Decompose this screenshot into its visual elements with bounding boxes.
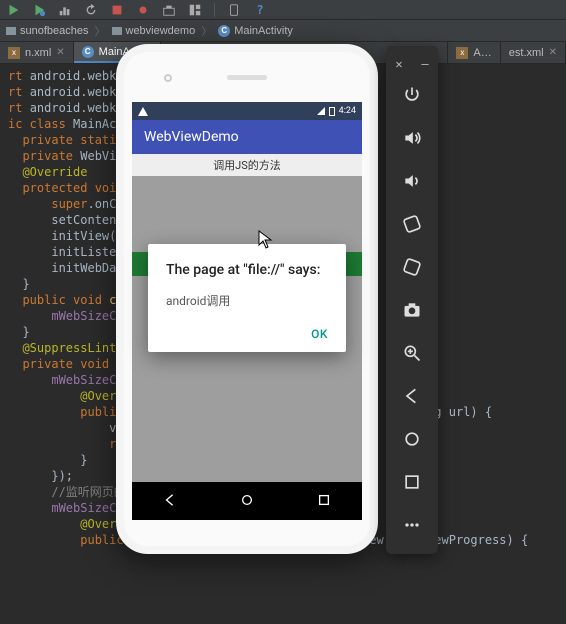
rotate-right-icon[interactable] — [388, 245, 436, 288]
emulator-screen[interactable]: 4:24 WebViewDemo 调用JS的方法 The page at "fi… — [132, 102, 362, 482]
emulator-minimize-icon[interactable]: — — [421, 57, 428, 71]
breadcrumb-item[interactable]: sunofbeaches — [6, 25, 89, 37]
battery-icon — [329, 107, 335, 116]
xml-file-icon: x — [8, 47, 20, 59]
breadcrumb-label: sunofbeaches — [20, 25, 89, 37]
android-nav-bar — [132, 482, 362, 520]
tab-label: est.xml — [509, 47, 544, 59]
status-time: 4:24 — [339, 106, 356, 116]
dialog-message: android调用 — [166, 292, 328, 309]
more-icon[interactable] — [388, 503, 436, 546]
power-icon[interactable] — [388, 74, 436, 117]
capture-icon[interactable] — [162, 3, 176, 17]
debug-attach-icon[interactable] — [32, 3, 46, 17]
help-icon[interactable]: ? — [253, 3, 267, 17]
editor-tab[interactable]: est.xml ✕ — [501, 42, 566, 63]
emulator-control-bar: ✕ — — [386, 46, 438, 554]
emulator-back-icon[interactable] — [388, 374, 436, 417]
phone-bezel-top — [124, 52, 370, 102]
app-bar: WebViewDemo — [132, 120, 362, 154]
dialog-title: The page at "file://" says: — [166, 262, 328, 278]
rotate-left-icon[interactable] — [388, 202, 436, 245]
chevron-right-icon: 〉 — [95, 23, 106, 39]
profiler-icon[interactable] — [58, 3, 72, 17]
emulator-overview-icon[interactable] — [388, 460, 436, 503]
refresh-icon[interactable] — [84, 3, 98, 17]
layout-icon[interactable] — [188, 3, 202, 17]
breadcrumb: sunofbeaches 〉 webviewdemo 〉 C MainActiv… — [0, 20, 566, 42]
run-icon[interactable] — [6, 3, 20, 17]
breadcrumb-label: webviewdemo — [126, 25, 196, 37]
folder-icon — [6, 27, 16, 35]
volume-up-icon[interactable] — [388, 116, 436, 159]
phone-camera-icon — [164, 74, 172, 82]
editor-tab[interactable]: x A… — [447, 42, 500, 63]
warning-icon — [138, 107, 148, 116]
tab-label: A… — [473, 47, 491, 59]
close-icon[interactable]: ✕ — [56, 47, 64, 58]
dot-icon[interactable] — [136, 3, 150, 17]
folder-icon — [112, 27, 122, 35]
tab-label: n.xml — [25, 47, 51, 59]
js-button-label: 调用JS的方法 — [213, 157, 281, 173]
close-icon[interactable]: ✕ — [549, 47, 557, 58]
dialog-ok-button[interactable]: OK — [311, 327, 328, 341]
nav-recent-icon[interactable] — [317, 493, 331, 510]
volume-down-icon[interactable] — [388, 159, 436, 202]
emulator-device-frame: 4:24 WebViewDemo 调用JS的方法 The page at "fi… — [116, 44, 378, 554]
zoom-icon[interactable] — [388, 331, 436, 374]
class-icon: C — [218, 25, 230, 37]
nav-home-icon[interactable] — [240, 493, 254, 510]
emulator-close-icon[interactable]: ✕ — [395, 57, 402, 71]
nav-back-icon[interactable] — [163, 493, 177, 510]
editor-tab[interactable]: x n.xml ✕ — [0, 42, 74, 63]
js-call-button[interactable]: 调用JS的方法 — [132, 154, 362, 176]
breadcrumb-item[interactable]: webviewdemo — [112, 25, 196, 37]
class-file-icon: C — [82, 46, 94, 58]
ide-toolbar: ? — [0, 0, 566, 20]
signal-icon — [317, 107, 325, 115]
stop-icon[interactable] — [110, 3, 124, 17]
phone-speaker-icon — [227, 75, 267, 80]
chevron-right-icon: 〉 — [201, 23, 212, 39]
breadcrumb-item[interactable]: C MainActivity — [218, 25, 293, 37]
emulator-home-icon[interactable] — [388, 417, 436, 460]
app-title: WebViewDemo — [144, 129, 239, 145]
xml-file-icon: x — [456, 47, 468, 59]
android-status-bar: 4:24 — [132, 102, 362, 120]
screenshot-icon[interactable] — [388, 288, 436, 331]
js-alert-dialog: The page at "file://" says: android调用 OK — [148, 244, 346, 352]
breadcrumb-label: MainActivity — [234, 25, 293, 37]
avd-icon[interactable] — [227, 3, 241, 17]
